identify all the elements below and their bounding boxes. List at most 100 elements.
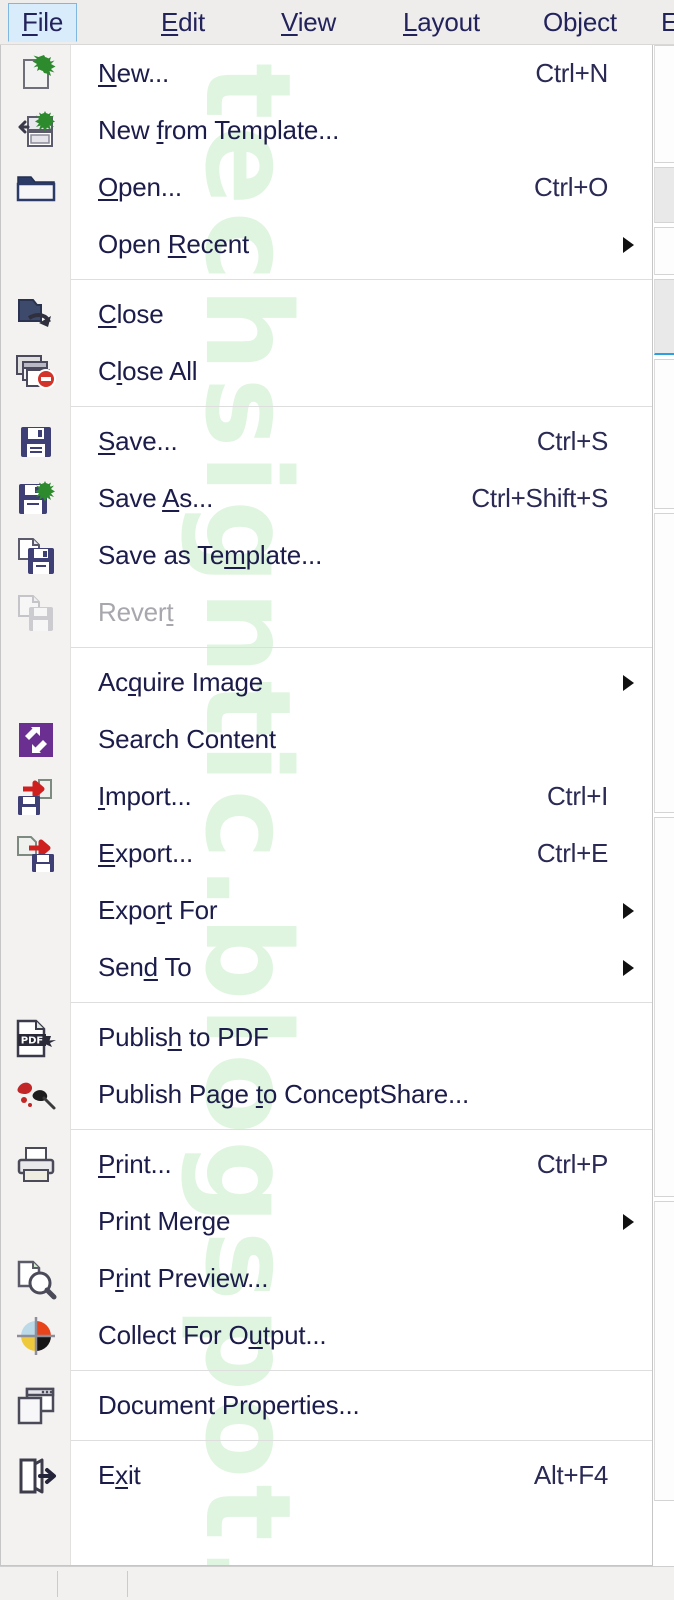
menu-item-label: Publish Page to ConceptShare... xyxy=(98,1079,470,1109)
menu-item-label: Open Recent xyxy=(98,229,250,259)
background-panel-strip xyxy=(654,1201,674,1501)
background-panel-strip xyxy=(654,45,674,163)
submenu-arrow-icon xyxy=(623,1213,634,1230)
menu-item-label: Document Properties... xyxy=(98,1390,360,1420)
menubar-item-object[interactable]: Object xyxy=(530,3,630,42)
menu-item-label: Print Preview... xyxy=(98,1263,269,1293)
print-preview-icon xyxy=(9,1257,63,1301)
close-all-documents-icon xyxy=(9,350,63,394)
menu-separator xyxy=(71,1002,652,1003)
menu-item-export-for[interactable]: Export For xyxy=(1,882,652,939)
background-panel-strip xyxy=(654,227,674,275)
menu-item-label: Print Merge xyxy=(98,1206,231,1236)
menu-item-collect-for-output[interactable]: Collect For Output... xyxy=(1,1307,652,1364)
menu-item-open[interactable]: Open... Ctrl+O xyxy=(1,159,652,216)
open-folder-icon xyxy=(9,166,63,210)
menu-item-new-from-template[interactable]: New from Template... xyxy=(1,102,652,159)
menu-item-document-properties[interactable]: Document Properties... xyxy=(1,1377,652,1434)
submenu-arrow-icon xyxy=(623,236,634,253)
export-icon xyxy=(9,832,63,876)
menu-item-search-content[interactable]: Search Content xyxy=(1,711,652,768)
menu-item-acquire-image[interactable]: Acquire Image xyxy=(1,654,652,711)
menu-separator xyxy=(71,406,652,407)
status-bar-cell xyxy=(0,1571,58,1597)
save-as-icon xyxy=(9,477,63,521)
background-status-bar xyxy=(0,1566,674,1600)
menu-item-publish-page-to-conceptshare[interactable]: Publish Page to ConceptShare... xyxy=(1,1066,652,1123)
status-bar-cell xyxy=(58,1571,128,1597)
menu-item-shortcut: Ctrl+S xyxy=(536,426,608,456)
menu-item-shortcut: Ctrl+Shift+S xyxy=(471,483,608,513)
menu-item-close-all[interactable]: Close All xyxy=(1,343,652,400)
background-panel-strip xyxy=(654,817,674,1197)
menu-item-open-recent[interactable]: Open Recent xyxy=(1,216,652,273)
background-docked-panels xyxy=(652,45,674,1525)
search-content-icon xyxy=(9,718,63,762)
menu-item-label: Send To xyxy=(98,952,192,982)
file-menu-item-list: New... Ctrl+N New from Template... Open..… xyxy=(1,45,652,1504)
background-panel-strip xyxy=(654,513,674,813)
menu-item-save-as-template[interactable]: Save as Template... xyxy=(1,527,652,584)
menu-separator xyxy=(71,279,652,280)
menu-item-label: Search Content xyxy=(98,724,276,754)
menu-item-label: Close xyxy=(98,299,164,329)
menubar-item-label: Effe xyxy=(661,7,674,37)
application-window: File Edit View Layout Object Effe techsigntic… xyxy=(0,0,674,1600)
menubar-item-effe[interactable]: Effe xyxy=(648,3,674,42)
menu-item-shortcut: Ctrl+O xyxy=(533,172,608,202)
menu-item-label: Acquire Image xyxy=(98,667,264,697)
menu-item-shortcut: Ctrl+I xyxy=(546,781,608,811)
menu-item-label: Export For xyxy=(98,895,218,925)
menu-item-label: New from Template... xyxy=(98,115,340,145)
menu-item-publish-to-pdf[interactable]: PDF Publish to PDF xyxy=(1,1009,652,1066)
menu-item-revert: Revert xyxy=(1,584,652,641)
menu-item-label: Export... xyxy=(98,838,194,868)
save-as-template-icon xyxy=(9,534,63,578)
import-icon xyxy=(9,775,63,819)
menu-item-shortcut: Ctrl+N xyxy=(535,58,608,88)
menu-item-label: Save as Template... xyxy=(98,540,323,570)
collect-for-output-icon xyxy=(9,1314,63,1358)
menu-item-exit[interactable]: Exit Alt+F4 xyxy=(1,1447,652,1504)
menu-item-export[interactable]: Export... Ctrl+E xyxy=(1,825,652,882)
menu-separator xyxy=(71,1370,652,1371)
menubar-item-label: View xyxy=(281,7,337,37)
menu-separator xyxy=(71,1440,652,1441)
menu-item-label: Save... xyxy=(98,426,178,456)
background-panel-strip xyxy=(654,167,674,223)
menubar-item-file[interactable]: File xyxy=(8,3,78,42)
menu-item-new[interactable]: New... Ctrl+N xyxy=(1,45,652,102)
menu-item-label: Open... xyxy=(98,172,182,202)
menu-item-save-as[interactable]: Save As... Ctrl+Shift+S xyxy=(1,470,652,527)
menu-item-print[interactable]: Print... Ctrl+P xyxy=(1,1136,652,1193)
menu-separator xyxy=(71,647,652,648)
close-document-icon xyxy=(9,293,63,337)
file-menu-dropdown: techsigntic.blogspot.co.id New... Ctrl+N … xyxy=(0,45,653,1566)
submenu-arrow-icon xyxy=(623,902,634,919)
menu-item-print-merge[interactable]: Print Merge xyxy=(1,1193,652,1250)
menu-item-label: Close All xyxy=(98,356,198,386)
exit-icon xyxy=(9,1454,63,1498)
submenu-arrow-icon xyxy=(623,674,634,691)
menu-item-label: Revert xyxy=(98,597,174,627)
menu-item-save[interactable]: Save... Ctrl+S xyxy=(1,413,652,470)
menu-item-close[interactable]: Close xyxy=(1,286,652,343)
menu-item-label: Import... xyxy=(98,781,192,811)
menu-item-import[interactable]: Import... Ctrl+I xyxy=(1,768,652,825)
menu-item-label: Exit xyxy=(98,1460,141,1490)
menubar-item-label: Edit xyxy=(161,7,206,37)
menubar-item-edit[interactable]: Edit xyxy=(148,3,218,42)
menu-item-label: Publish to PDF xyxy=(98,1022,269,1052)
menu-item-print-preview[interactable]: Print Preview... xyxy=(1,1250,652,1307)
printer-icon xyxy=(9,1143,63,1187)
revert-icon xyxy=(9,591,63,635)
menubar-item-label: File xyxy=(22,7,64,37)
menu-item-shortcut: Ctrl+P xyxy=(536,1149,608,1179)
menubar-item-layout[interactable]: Layout xyxy=(390,3,493,42)
publish-pdf-icon: PDF xyxy=(9,1016,63,1060)
menu-item-shortcut: Ctrl+E xyxy=(536,838,608,868)
menu-item-send-to[interactable]: Send To xyxy=(1,939,652,996)
menubar-item-view[interactable]: View xyxy=(268,3,349,42)
svg-text:PDF: PDF xyxy=(21,1035,43,1046)
menu-item-shortcut: Alt+F4 xyxy=(533,1460,608,1490)
